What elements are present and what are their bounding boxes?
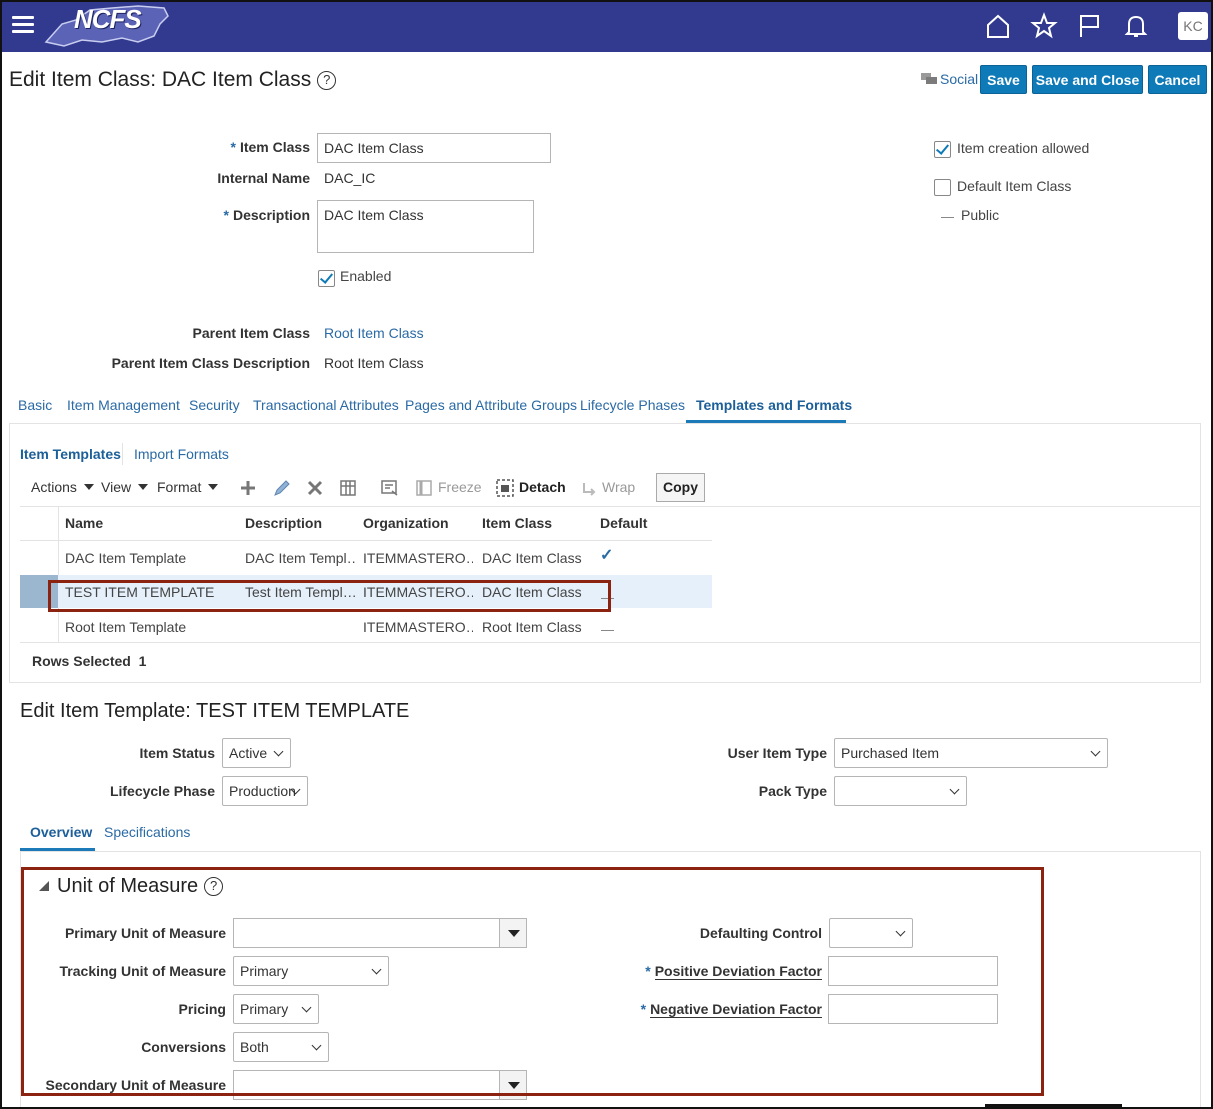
freeze-button: Freeze [438,479,482,495]
enabled-checkbox[interactable] [318,270,335,287]
detach-icon[interactable] [495,478,515,498]
edit-template-title: Edit Item Template: TEST ITEM TEMPLATE [20,700,410,722]
parent-item-class-link[interactable]: Root Item Class [324,325,424,341]
description-textarea[interactable]: DAC Item Class [317,200,534,253]
column-header-item-class[interactable]: Item Class [482,515,552,531]
default-dash [601,630,614,631]
internal-name-label: Internal Name [217,170,310,186]
home-icon[interactable] [984,12,1012,40]
pack-type-label: Pack Type [758,783,827,799]
export-icon[interactable] [380,478,400,498]
parent-desc-label: Parent Item Class Description [111,355,310,371]
add-icon[interactable] [238,478,258,498]
item-creation-checkbox[interactable] [934,141,951,158]
tab-security[interactable]: Security [189,397,240,413]
bell-icon[interactable] [1122,12,1150,40]
page-title: Edit Item Class: DAC Item Class? [9,68,337,92]
row-highlight-annotation [48,580,611,612]
tab-basic[interactable]: Basic [18,397,52,413]
help-icon[interactable]: ? [317,71,337,90]
tab-lifecycle-phases[interactable]: Lifecycle Phases [580,397,685,413]
actions-menu[interactable]: Actions [31,479,94,495]
format-menu[interactable]: Format [157,479,219,495]
star-icon[interactable] [1030,12,1058,40]
ncfs-logo[interactable]: NCFS [42,2,172,50]
subtab-import-formats[interactable]: Import Formats [134,446,229,462]
default-item-class-label: Default Item Class [957,178,1072,194]
column-header-description[interactable]: Description [245,515,322,531]
tab-templates-and-formats[interactable]: Templates and Formats [696,397,852,413]
public-dash [941,217,954,218]
cancel-button[interactable]: Cancel [1148,65,1207,94]
freeze-icon [416,480,432,496]
cell-name: Root Item Template [65,619,187,635]
public-label: Public [961,207,1000,223]
toolbar-divider [20,506,1200,507]
subtab-overview[interactable]: Overview [30,824,92,840]
item-creation-label: Item creation allowed [957,140,1090,156]
cell-item-class: Root Item Class [482,619,582,635]
rows-selected: Rows Selected 1 [32,653,147,669]
table-handle-divider [58,506,59,642]
item-class-input[interactable]: DAC Item Class [317,133,551,163]
default-check-icon: ✓ [600,547,614,564]
view-menu[interactable]: View [101,479,149,495]
lifecycle-phase-select[interactable]: Production [222,776,308,806]
wrap-icon [583,483,596,496]
save-and-close-button[interactable]: Save and Close [1032,65,1143,94]
flag-icon[interactable] [1076,12,1104,40]
table-header-divider [20,540,712,541]
page-title-text: Edit Item Class: DAC Item Class [9,68,312,91]
user-avatar[interactable]: KC [1178,12,1208,40]
menu-icon[interactable] [12,16,34,34]
subtab-divider [122,443,123,465]
subtab-item-templates[interactable]: Item Templates [20,446,121,462]
default-item-class-checkbox[interactable] [934,179,951,196]
edit-pencil-icon[interactable] [272,478,292,498]
item-status-label: Item Status [139,745,215,761]
save-button[interactable]: Save [980,65,1027,94]
parent-desc-value: Root Item Class [324,355,424,371]
column-header-default[interactable]: Default [600,515,647,531]
parent-item-class-label: Parent Item Class [192,325,311,341]
subtab-specifications[interactable]: Specifications [104,824,190,840]
tab-item-management[interactable]: Item Management [67,397,180,413]
bottom-edge-bar [985,1104,1122,1107]
column-header-name[interactable]: Name [65,515,103,531]
user-item-type-label: User Item Type [727,745,827,761]
internal-name-value: DAC_IC [324,170,376,186]
wrap-button: Wrap [602,479,636,495]
top-bar: NCFS KC [0,0,1213,52]
pack-type-select[interactable] [834,776,967,806]
uom-highlight-annotation [21,867,1044,1096]
delete-icon[interactable] [305,478,325,498]
cell-organization: ITEMMASTERO… [363,550,473,566]
social-label: Social [940,71,979,87]
enabled-label: Enabled [340,268,392,284]
detach-button[interactable]: Detach [519,479,566,495]
manage-columns-icon[interactable] [338,478,358,498]
logo-text: NCFS [74,4,142,34]
cell-organization: ITEMMASTERO… [363,619,473,635]
item-status-select[interactable]: Active [222,738,291,768]
column-header-organization[interactable]: Organization [363,515,449,531]
social-link[interactable]: Social [920,71,978,87]
social-icon [921,73,937,84]
copy-button[interactable]: Copy [656,473,705,502]
cell-name: DAC Item Template [65,550,187,566]
item-class-label: * Item Class [230,139,311,155]
cell-item-class: DAC Item Class [482,550,582,566]
table-footer-divider [20,642,1200,643]
tab-transactional-attributes[interactable]: Transactional Attributes [253,397,399,413]
tab-pages-and-attribute-groups[interactable]: Pages and Attribute Groups [405,397,577,413]
description-label: * Description [223,207,310,223]
lifecycle-phase-label: Lifecycle Phase [109,783,215,799]
cell-description: DAC Item Templ… [245,550,355,566]
user-item-type-select[interactable]: Purchased Item [834,738,1108,768]
